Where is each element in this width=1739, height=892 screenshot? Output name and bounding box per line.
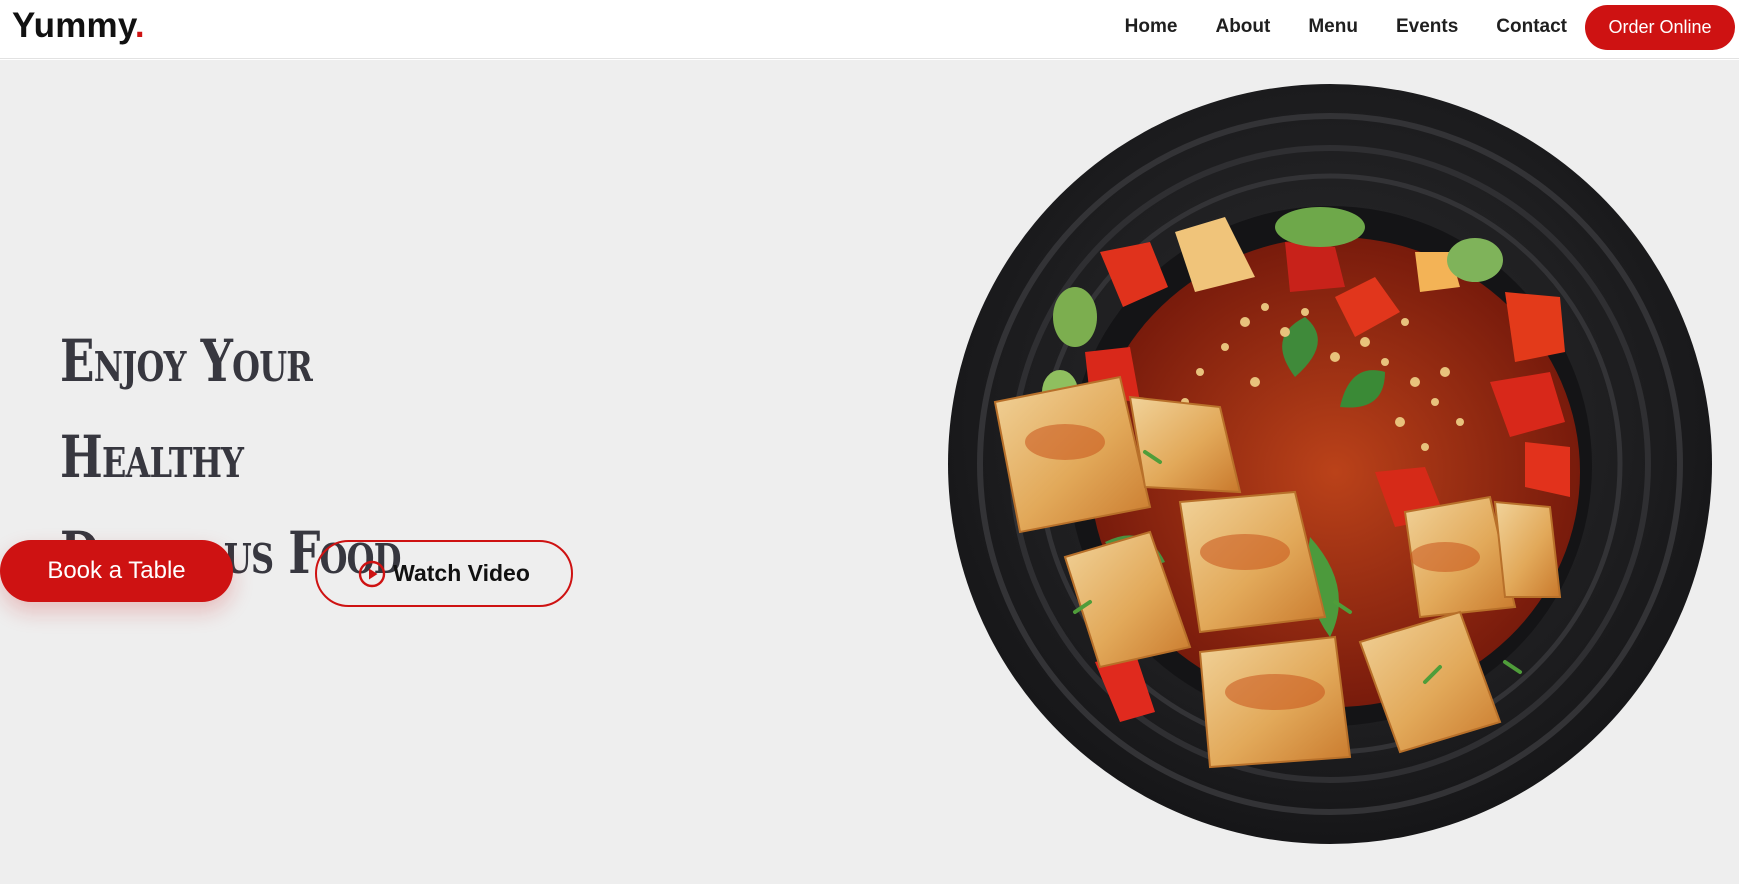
nav-link-contact[interactable]: Contact <box>1496 16 1567 38</box>
logo[interactable]: Yummy. <box>12 6 145 46</box>
site-header: Yummy. Home About Menu Events Contact Or… <box>0 0 1739 59</box>
nav-link-about[interactable]: About <box>1215 16 1270 38</box>
nav-link-events[interactable]: Events <box>1396 16 1458 38</box>
order-online-button[interactable]: Order Online <box>1585 4 1735 50</box>
logo-dot: . <box>134 6 145 45</box>
book-table-button[interactable]: Book a Table <box>0 540 233 602</box>
hero-title-line-1: Enjoy Your Healthy <box>60 327 313 491</box>
nav-link-home[interactable]: Home <box>1125 16 1178 38</box>
play-circle-icon <box>358 560 386 587</box>
logo-text: Yummy <box>12 6 135 45</box>
watch-video-label: Watch Video <box>393 560 530 586</box>
nav-link-menu[interactable]: Menu <box>1308 16 1358 38</box>
main-nav: Home About Menu Events Contact Order Onl… <box>1125 0 1739 54</box>
hero-section: Enjoy Your Healthy Delicious Food Book a… <box>0 60 1739 884</box>
watch-video-button[interactable]: Watch Video <box>315 540 573 607</box>
food-plate-image <box>948 84 1712 844</box>
